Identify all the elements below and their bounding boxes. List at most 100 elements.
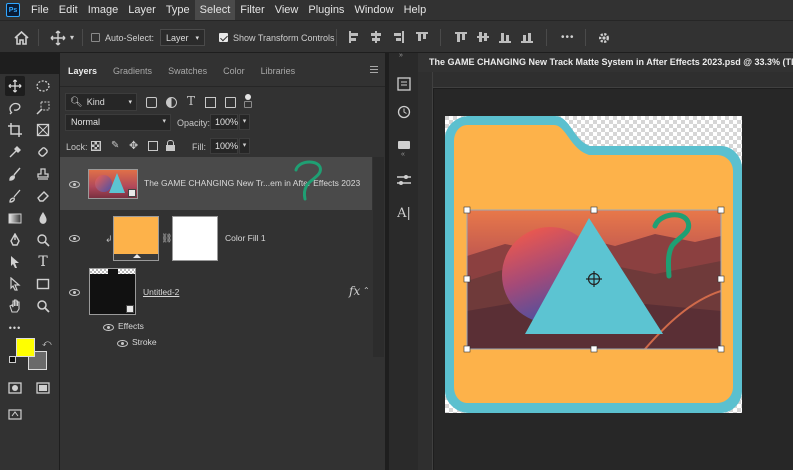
layer-name[interactable]: The GAME CHANGING New Tr...em in After E… <box>144 178 360 188</box>
tab-color[interactable]: Color <box>215 60 253 82</box>
menu-layer[interactable]: Layer <box>123 0 161 20</box>
history-brush-icon[interactable] <box>5 186 25 206</box>
tab-layers[interactable]: Layers <box>60 60 105 82</box>
menu-help[interactable]: Help <box>399 0 432 20</box>
gradient-icon[interactable] <box>5 208 25 228</box>
layer-name[interactable]: Color Fill 1 <box>225 233 266 243</box>
collapse-arrows-icon[interactable]: » <box>399 52 403 59</box>
link-icon[interactable]: ⛓︎ <box>161 233 172 244</box>
object-selection-icon[interactable] <box>33 98 53 118</box>
hand-icon[interactable] <box>5 296 25 316</box>
more-options-button[interactable]: ••• <box>561 21 575 54</box>
lock-all-icon[interactable] <box>166 140 175 151</box>
menu-edit[interactable]: Edit <box>54 0 83 20</box>
lock-image-pixels-icon[interactable]: ✎ <box>111 140 119 151</box>
filter-kind-dropdown[interactable]: 🔍︎ Kind ▾ <box>65 93 137 111</box>
visibility-eye-icon[interactable] <box>103 324 114 331</box>
distribute-icon[interactable] <box>521 31 533 43</box>
mask-thumbnail[interactable] <box>172 216 218 261</box>
gear-icon[interactable] <box>597 21 611 54</box>
frame-icon[interactable] <box>33 120 53 140</box>
eraser-icon[interactable] <box>33 186 53 206</box>
screen-mode-icon[interactable] <box>33 378 53 398</box>
align-right-edges-icon[interactable] <box>392 31 404 43</box>
visibility-eye-icon[interactable] <box>117 340 128 347</box>
fill-thumbnail[interactable] <box>113 216 159 261</box>
path-selection-icon[interactable] <box>5 252 25 272</box>
filter-pixel-icon[interactable] <box>146 97 157 108</box>
align-bottom-icon[interactable] <box>499 31 511 43</box>
history-panel-icon[interactable] <box>395 75 413 93</box>
zoom-icon[interactable] <box>33 296 53 316</box>
properties-panel-icon[interactable] <box>395 171 413 189</box>
menu-view[interactable]: View <box>270 0 304 20</box>
tab-swatches[interactable]: Swatches <box>160 60 215 82</box>
menu-window[interactable]: Window <box>349 0 398 20</box>
character-panel-icon[interactable]: A| <box>395 204 413 222</box>
filter-smart-object-icon[interactable] <box>225 97 236 108</box>
brush-icon[interactable] <box>5 164 25 184</box>
ellipse-marquee-icon[interactable] <box>33 76 53 96</box>
lasso-icon[interactable] <box>5 98 25 118</box>
menu-image[interactable]: Image <box>83 0 124 20</box>
chevron-up-icon[interactable]: ⌃ <box>363 286 370 295</box>
layer-row-color-fill[interactable]: ↲ ⛓︎ Color Fill 1 <box>60 211 372 265</box>
move-icon[interactable] <box>50 21 66 54</box>
default-colors-icon[interactable] <box>9 356 16 363</box>
visibility-eye-icon[interactable] <box>69 235 80 242</box>
align-vertical-centers-icon[interactable] <box>477 31 489 43</box>
crop-icon[interactable] <box>5 120 25 140</box>
filter-toggle-icon[interactable] <box>245 94 251 100</box>
move-tool-icon[interactable] <box>5 76 25 96</box>
stamp-icon[interactable] <box>33 164 53 184</box>
expand-arrows-icon[interactable]: « <box>401 151 405 158</box>
align-left-edges-icon[interactable] <box>348 31 360 43</box>
layer-row-untitled[interactable]: Untitled-2 fx ⌃ <box>60 266 372 319</box>
document-tab[interactable]: The GAME CHANGING New Track Matte System… <box>418 53 793 72</box>
menu-select[interactable]: Select <box>194 0 236 20</box>
opacity-chevron-icon[interactable]: ▾ <box>239 114 250 130</box>
align-top-icon[interactable] <box>455 31 467 43</box>
tab-libraries[interactable]: Libraries <box>253 60 304 82</box>
eyedropper-icon[interactable] <box>5 142 25 162</box>
quick-mask-icon[interactable] <box>5 378 25 398</box>
chevron-down-icon[interactable]: ▾ <box>70 21 74 54</box>
more-tools-icon[interactable]: ••• <box>5 318 25 338</box>
document-canvas[interactable] <box>445 116 742 413</box>
opacity-input[interactable]: 100% <box>210 114 238 130</box>
home-icon[interactable] <box>14 21 29 54</box>
filter-adjustment-icon[interactable] <box>166 97 177 108</box>
filter-type-icon[interactable]: T <box>187 94 195 108</box>
stroke-effect-row[interactable]: Stroke <box>60 335 372 351</box>
lock-position-icon[interactable]: ✥ <box>129 139 138 152</box>
show-transform-checkbox[interactable]: Show Transform Controls <box>219 21 335 54</box>
blur-icon[interactable] <box>33 208 53 228</box>
layer-name[interactable]: Untitled-2 <box>143 287 179 297</box>
align-top-edges-icon[interactable] <box>416 31 428 43</box>
type-tool-icon[interactable]: T <box>33 252 53 272</box>
fill-input[interactable]: 100% <box>210 138 238 154</box>
share-icon[interactable] <box>5 404 25 424</box>
direct-selection-icon[interactable] <box>5 274 25 294</box>
lock-transparent-pixels-icon[interactable] <box>91 141 101 151</box>
actions-panel-icon[interactable] <box>395 103 413 121</box>
rectangle-icon[interactable] <box>33 274 53 294</box>
fx-icon[interactable]: fx <box>349 284 360 298</box>
lock-artboard-icon[interactable] <box>148 141 158 151</box>
menu-file[interactable]: File <box>26 0 54 20</box>
auto-select-checkbox[interactable]: Auto-Select: <box>91 21 154 54</box>
layer-row-smart-object[interactable]: The GAME CHANGING New Tr...em in After E… <box>60 157 372 210</box>
layers-scrollbar[interactable] <box>373 157 384 357</box>
menu-filter[interactable]: Filter <box>235 0 269 20</box>
swap-colors-icon[interactable]: ⤺ <box>42 338 52 349</box>
blend-mode-dropdown[interactable]: Normal ▾ <box>65 114 171 131</box>
visibility-eye-icon[interactable] <box>69 181 80 188</box>
align-horizontal-centers-icon[interactable] <box>370 31 382 43</box>
healing-brush-icon[interactable] <box>33 142 53 162</box>
fill-chevron-icon[interactable]: ▾ <box>239 138 250 154</box>
menu-type[interactable]: Type <box>161 0 195 20</box>
photoshop-logo-icon[interactable]: Ps <box>6 3 20 17</box>
menu-plugins[interactable]: Plugins <box>303 0 349 20</box>
foreground-color-swatch[interactable] <box>16 338 35 357</box>
effects-row[interactable]: Effects <box>60 319 372 335</box>
